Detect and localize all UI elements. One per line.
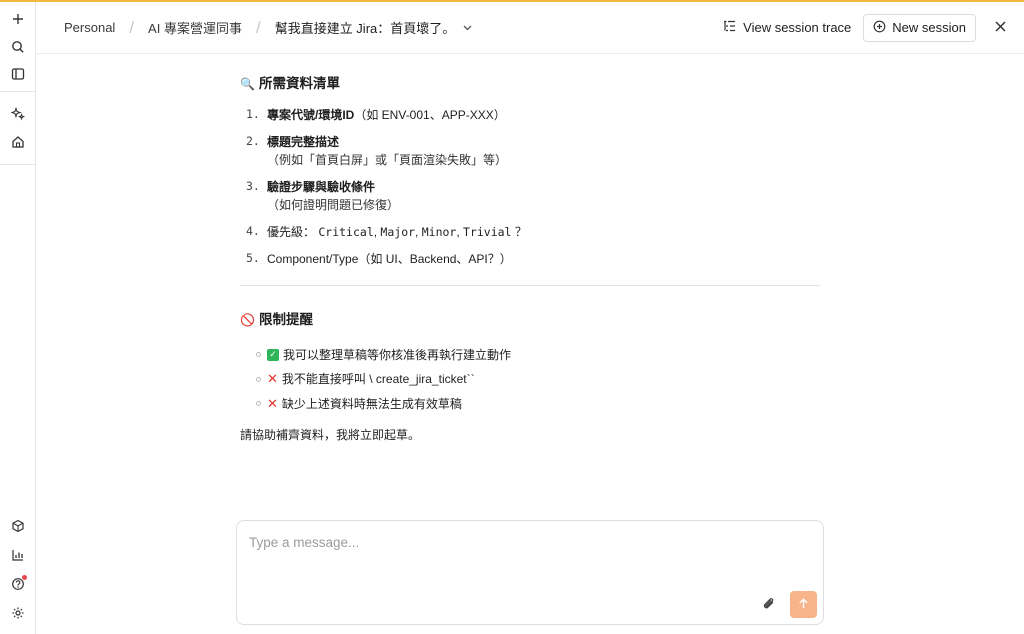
list-number: 1. [246,107,260,121]
plus-icon[interactable] [6,7,30,31]
new-session-label: New session [892,20,966,35]
bullet [256,401,261,406]
chevron-down-icon[interactable] [463,22,472,34]
help-icon[interactable] [6,572,30,596]
list-number: 3. [246,179,260,193]
limits-list: ✓ 我可以整理草稿等你核准後再執行建立動作 ✕ 我不能直接呼叫 \ create… [240,342,820,416]
chart-icon[interactable] [6,543,30,567]
breadcrumb-separator: / [129,17,135,37]
list-item-text: 專案代號/環境ID（如 ENV-001、APP-XXX） [267,106,506,124]
list-item-bold: 標題完整描述 [267,135,340,149]
required-info-list: 1. 專案代號/環境ID（如 ENV-001、APP-XXX） 2. 標題完整描… [240,106,820,268]
list-item-text: 標題完整描述 （例如「首頁白屏」或「頁面渲染失敗」等） [267,133,507,169]
view-session-trace-button[interactable]: View session trace [717,14,857,41]
required-info-title: 所需資料清單 [258,75,340,91]
home-icon[interactable] [6,130,30,154]
header: Personal / AI 專案營運同事 / 幫我直接建立 Jira：首頁壞了。… [36,2,1024,54]
list-item-sub: （如何證明問題已修復） [267,198,400,212]
message-input[interactable] [249,535,809,550]
view-session-trace-label: View session trace [743,20,852,35]
box-icon[interactable] [6,514,30,538]
panel-icon[interactable] [6,62,30,86]
magnifier-icon: 🔍 [240,77,255,91]
new-session-button[interactable]: New session [863,13,976,42]
list-item: ✓ 我可以整理草稿等你核准後再執行建立動作 [240,342,820,367]
plus-circle-icon [873,20,886,36]
send-button[interactable] [790,591,817,618]
breadcrumb: Personal / AI 專案營運同事 / 幫我直接建立 Jira：首頁壞了。 [36,18,472,38]
check-icon: ✓ [267,348,279,361]
arrow-up-icon [798,596,809,614]
list-item-bold: 專案代號/環境ID [267,108,355,122]
limit-text: 缺少上述資料時無法生成有效草稿 [281,396,462,411]
list-item-bold: 驗證步驟與驗收條件 [267,180,376,194]
breadcrumb-separator: / [255,17,261,37]
sparkle-icon[interactable] [6,102,30,126]
list-item: 5. Component/Type（如 UI、Backend、API？） [240,250,820,268]
trace-list-icon [723,20,736,35]
sidebar-divider [0,91,36,92]
paperclip-icon[interactable] [761,596,779,614]
priority-prefix: 優先級： [267,225,316,239]
limits-title: 限制提醒 [258,312,313,328]
list-number: 2. [246,134,260,148]
required-info-heading: 🔍 所需資料清單 [240,72,820,96]
notification-dot [22,575,27,580]
list-item-rest: （如 ENV-001、APP-XXX） [354,108,506,122]
sidebar-divider [0,164,36,165]
list-number: 4. [246,224,260,238]
bullet [256,376,261,382]
limits-heading: 🚫 限制提醒 [240,308,820,332]
assistant-message: 🔍 所需資料清單 1. 專案代號/環境ID（如 ENV-001、APP-XXX）… [240,72,820,444]
priority-critical: Critical [318,225,374,239]
message-composer [236,520,824,625]
limit-text: 我可以整理草稿等你核准後再執行建立動作 [283,347,512,362]
list-item: ✕ 缺少上述資料時無法生成有效草稿 [240,391,820,416]
list-item-text: 優先級： Critical, Major, Minor, Trivial ？ [267,225,527,239]
search-icon[interactable] [6,35,30,59]
closing-text: 請協助補齊資料，我將立即起草。 [240,427,421,442]
cross-icon: ✕ [267,371,278,387]
list-item-text: Component/Type（如 UI、Backend、API？） [267,252,512,267]
list-item: 1. 專案代號/環境ID（如 ENV-001、APP-XXX） [240,106,820,124]
priority-suffix: ？ [514,225,527,239]
breadcrumb-session[interactable]: 幫我直接建立 Jira：首頁壞了。 [275,18,456,37]
prohibited-icon: 🚫 [240,313,255,328]
divider [240,285,820,287]
list-item: 3. 驗證步驟與驗收條件 （如何證明問題已修復） [240,178,820,214]
list-item: ✕ 我不能直接呼叫 \ create_jira_ticket`` [240,367,820,392]
list-item-sub: （例如「首頁白屏」或「頁面渲染失敗」等） [267,153,508,167]
breadcrumb-project[interactable]: AI 專案營運同事 [148,18,242,37]
sidebar [0,2,36,634]
priority-major: Major [380,225,416,239]
bullet [256,352,261,357]
limit-text: 我不能直接呼叫 \ create_jira_ticket`` [281,372,475,386]
list-item: 4. 優先級： Critical, Major, Minor, Trivial … [240,223,820,241]
priority-trivial: Trivial [463,225,512,239]
breadcrumb-personal[interactable]: Personal [64,20,115,35]
list-number: 5. [246,251,260,266]
cross-icon: ✕ [267,395,278,411]
priority-minor: Minor [421,225,457,239]
list-item: 2. 標題完整描述 （例如「首頁白屏」或「頁面渲染失敗」等） [240,133,820,169]
settings-icon[interactable] [6,601,30,625]
list-item-text: 驗證步驟與驗收條件 （如何證明問題已修復） [267,178,399,214]
close-icon[interactable] [990,19,1010,37]
